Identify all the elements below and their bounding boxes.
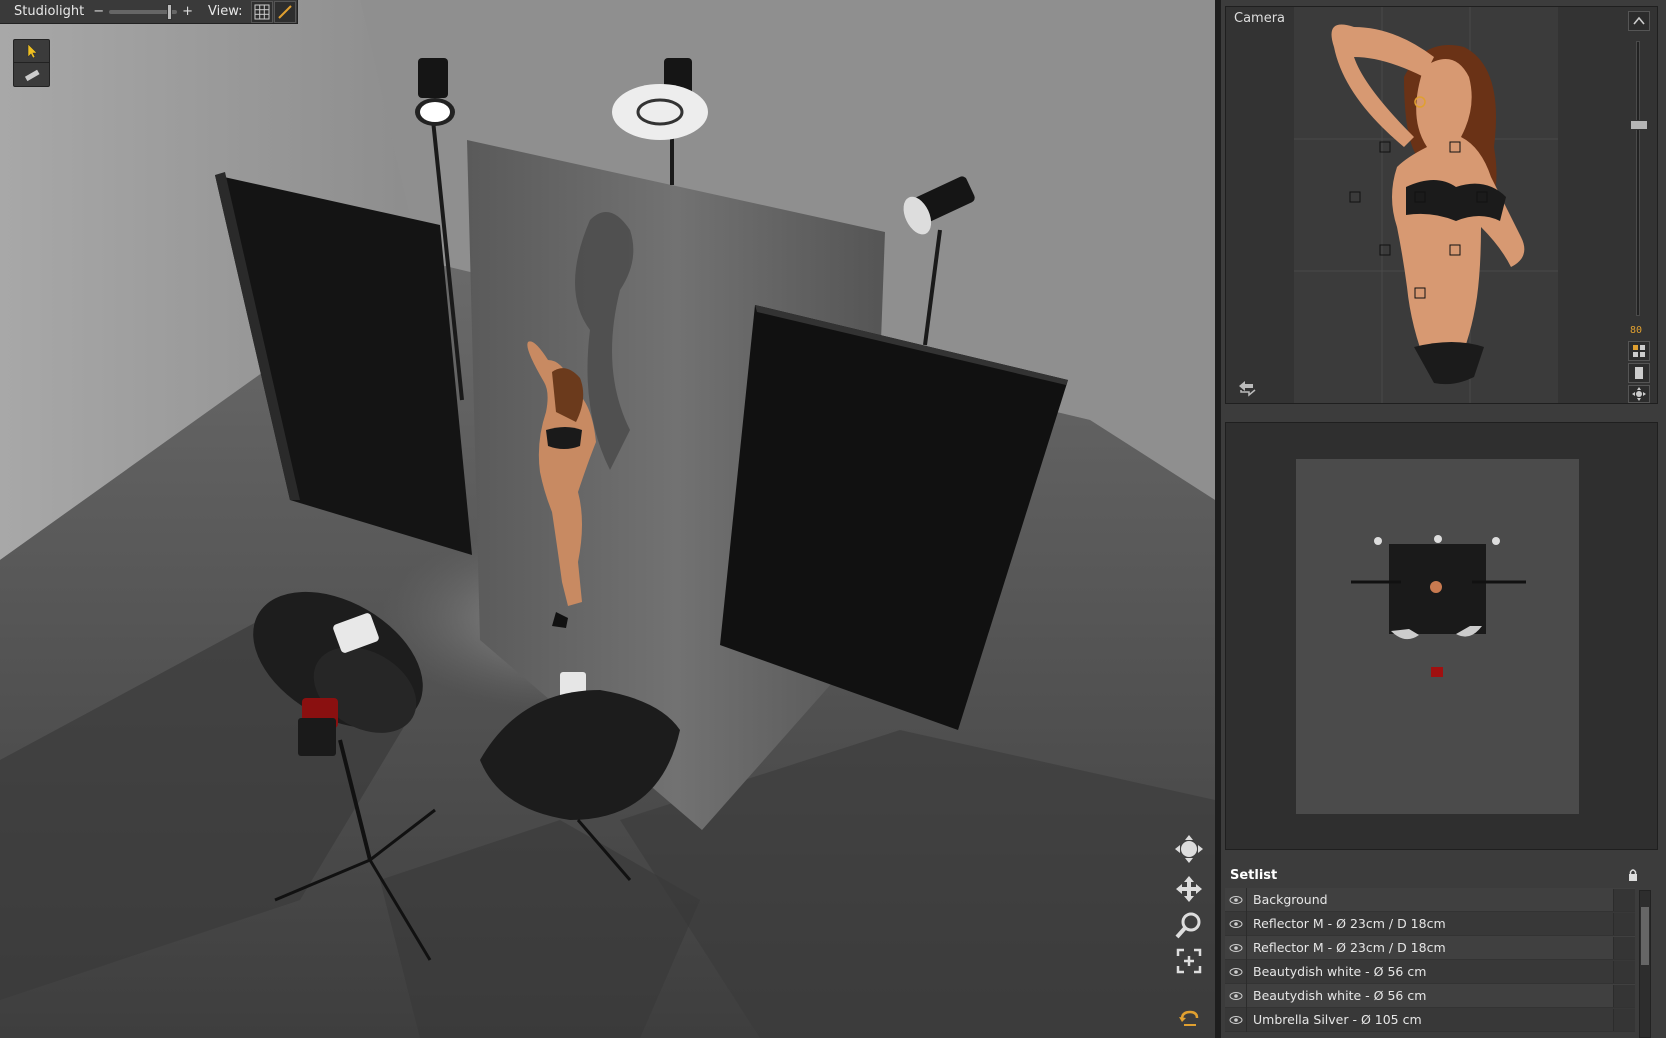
setlist-scrollbar-thumb[interactable]: [1641, 907, 1649, 965]
top-view-map: [1351, 535, 1526, 677]
setlist-item-lock[interactable]: [1613, 936, 1635, 959]
camera-format-button[interactable]: [1628, 363, 1650, 383]
setlist-item[interactable]: Background: [1225, 887, 1635, 912]
pointer-icon: [27, 43, 38, 59]
setlist-item-lock[interactable]: [1613, 984, 1635, 1007]
camera-side-controls: 80: [1626, 11, 1652, 403]
eye-icon: [1229, 919, 1242, 928]
setlist-items: Background Reflector M - Ø 23cm / D 18cm…: [1225, 887, 1635, 1032]
ruler-icon: [24, 69, 40, 81]
top-toolbar: Studiolight − + View:: [0, 0, 298, 24]
orbit-icon: [1175, 835, 1203, 863]
studio-viewport[interactable]: Studiolight − + View:: [0, 0, 1215, 1038]
setlist-item[interactable]: Beautydish white - Ø 56 cm: [1225, 959, 1635, 984]
eye-icon: [1229, 991, 1242, 1000]
eye-icon: [1229, 895, 1242, 904]
visibility-toggle[interactable]: [1225, 935, 1247, 960]
setlist-item-label: Beautydish white - Ø 56 cm: [1253, 988, 1427, 1003]
reset-view-button[interactable]: [1172, 1006, 1206, 1030]
select-tool-button[interactable]: [14, 40, 49, 63]
focal-length-readout: 80: [1630, 325, 1643, 336]
camera-panel: Camera 80: [1225, 6, 1658, 404]
setlist-item-label: Background: [1253, 892, 1328, 907]
setlist-item-lock[interactable]: [1613, 1008, 1635, 1031]
setlist-scrollbar[interactable]: [1639, 890, 1651, 1038]
zoom-slider-thumb[interactable]: [167, 3, 173, 20]
measure-tool-button[interactable]: [14, 63, 49, 86]
grid-icon: [1633, 345, 1645, 357]
setlist-panel: Setlist Background Reflector M - Ø 23cm …: [1225, 862, 1658, 1038]
setlist-title: Setlist: [1230, 867, 1278, 883]
studio-scene: [0, 0, 1215, 1038]
zoom-slider[interactable]: [109, 3, 178, 20]
setlist-item-lock[interactable]: [1613, 888, 1635, 911]
focal-length-thumb[interactable]: [1630, 120, 1648, 130]
setlist-item-label: Beautydish white - Ø 56 cm: [1253, 964, 1427, 979]
setlist-item[interactable]: Beautydish white - Ø 56 cm: [1225, 983, 1635, 1008]
visibility-toggle[interactable]: [1225, 959, 1247, 984]
fit-icon: [1176, 948, 1202, 974]
zoom-out-button[interactable]: −: [92, 4, 105, 19]
tool-palette: [13, 39, 50, 87]
setlist-item[interactable]: Reflector M - Ø 23cm / D 18cm: [1225, 911, 1635, 936]
orbit-button[interactable]: [1172, 832, 1206, 866]
orbit-icon: [1632, 387, 1646, 401]
view-label: View:: [208, 4, 243, 19]
line-view-button[interactable]: [273, 0, 297, 23]
zoom-button[interactable]: [1172, 908, 1206, 942]
camera-grid-button[interactable]: [1628, 341, 1650, 361]
camera-preview[interactable]: [1294, 7, 1558, 403]
swap-icon: [1239, 381, 1256, 397]
camera-orbit-button[interactable]: [1628, 385, 1650, 403]
portrait-format-icon: [1635, 367, 1643, 379]
camera-up-button[interactable]: [1628, 11, 1650, 31]
eye-icon: [1229, 943, 1242, 952]
eye-icon: [1229, 967, 1242, 976]
zoom-icon: [1175, 912, 1201, 939]
grid-view-button[interactable]: [250, 0, 273, 23]
fit-view-button[interactable]: [1172, 944, 1206, 978]
top-view-floor: [1296, 459, 1579, 814]
camera-label: Camera: [1234, 11, 1286, 26]
focal-length-slider[interactable]: [1636, 41, 1640, 316]
setlist-item-label: Reflector M - Ø 23cm / D 18cm: [1253, 916, 1446, 931]
zoom-in-button[interactable]: +: [181, 4, 194, 19]
camera-preview-image: [1294, 7, 1558, 403]
right-panel: Camera 80 Setlist Background Reflector M…: [1221, 0, 1666, 1038]
pan-button[interactable]: [1172, 872, 1206, 906]
setlist-item-lock[interactable]: [1613, 960, 1635, 983]
visibility-toggle[interactable]: [1225, 983, 1247, 1008]
setlist-item-label: Umbrella Silver - Ø 105 cm: [1253, 1012, 1422, 1027]
visibility-toggle[interactable]: [1225, 887, 1247, 912]
setlist-item-lock[interactable]: [1613, 912, 1635, 935]
eye-icon: [1229, 1015, 1242, 1024]
top-view-panel[interactable]: [1225, 422, 1658, 850]
chevron-up-icon: [1633, 16, 1645, 25]
grid-icon: [254, 4, 270, 19]
swap-camera-button[interactable]: [1236, 379, 1258, 397]
reset-icon: [1179, 1010, 1199, 1026]
visibility-toggle[interactable]: [1225, 911, 1247, 936]
lock-icon[interactable]: [1626, 868, 1640, 882]
visibility-toggle[interactable]: [1225, 1007, 1247, 1032]
setlist-item[interactable]: Umbrella Silver - Ø 105 cm: [1225, 1007, 1635, 1032]
setlist-item-label: Reflector M - Ø 23cm / D 18cm: [1253, 940, 1446, 955]
pan-icon: [1176, 876, 1202, 902]
app-title: Studiolight: [14, 4, 85, 19]
line-icon: [278, 4, 292, 19]
setlist-item[interactable]: Reflector M - Ø 23cm / D 18cm: [1225, 935, 1635, 960]
